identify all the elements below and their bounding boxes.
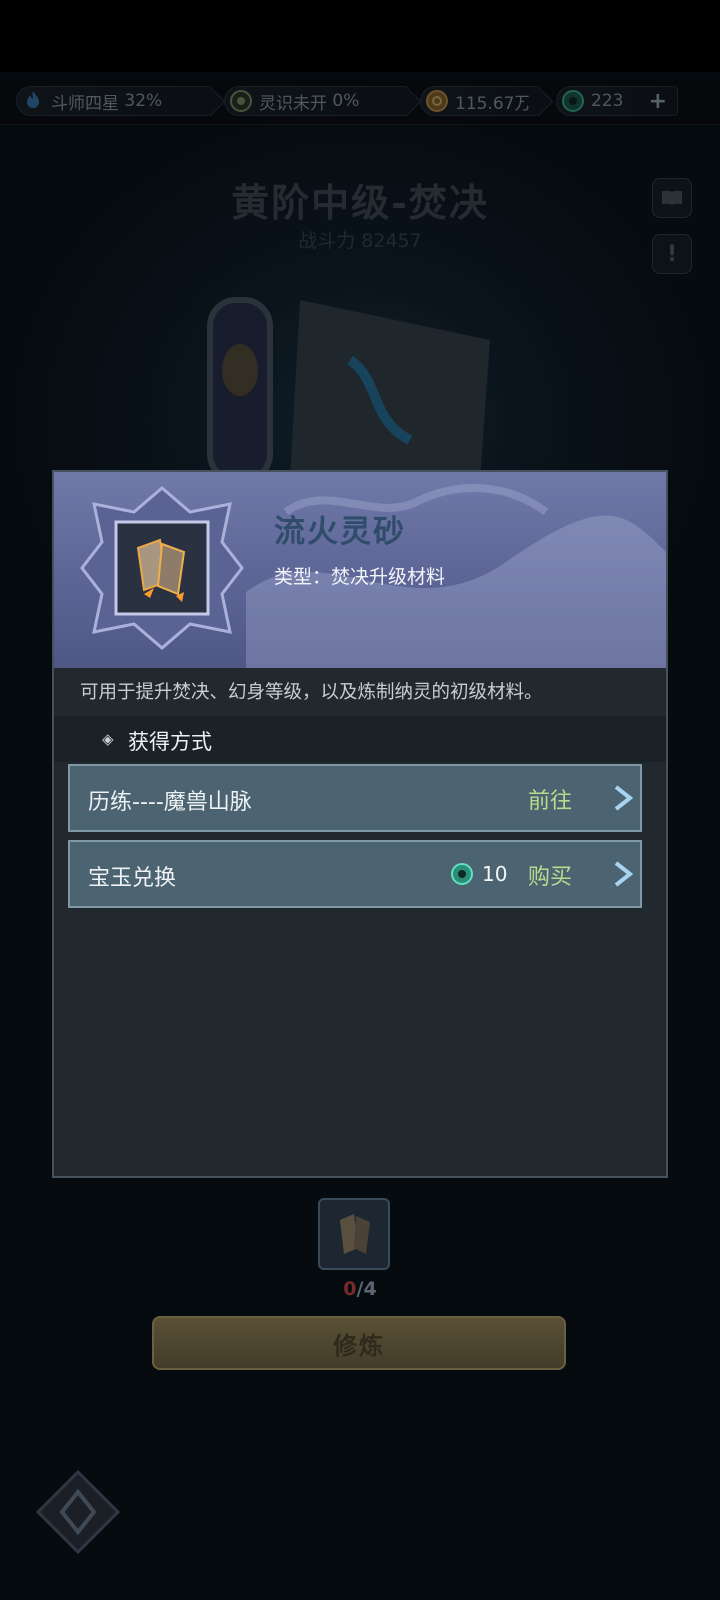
- item-type-value: 焚决升级材料: [331, 566, 446, 588]
- item-type-label: 类型：: [274, 566, 332, 588]
- method-row-jade-exchange[interactable]: 宝玉兑换 10 购买: [68, 840, 642, 908]
- item-type: 类型：焚决升级材料: [274, 562, 445, 589]
- menu-emblem-button[interactable]: [34, 1468, 122, 1556]
- item-description: 可用于提升焚决、幻身等级，以及炼制纳灵的初级材料。: [80, 682, 543, 703]
- item-icon-frame: [80, 486, 244, 650]
- method-name: 宝玉兑换: [88, 866, 177, 891]
- spirit-sand-icon: [340, 1214, 370, 1254]
- jade-cost: 10: [482, 862, 508, 886]
- method-row-training[interactable]: 历练----魔兽山脉 前往: [68, 764, 642, 832]
- material-count: 0/4: [0, 1278, 720, 1300]
- material-required: /4: [356, 1278, 377, 1300]
- item-info-popup: 流火灵砂 类型：焚决升级材料 可用于提升焚决、幻身等级，以及炼制纳灵的初级材料。…: [52, 470, 668, 1178]
- chevron-right-icon: [614, 785, 634, 811]
- chevron-right-icon: [614, 861, 634, 887]
- acquire-methods-label: 获得方式: [128, 730, 212, 754]
- item-name: 流火灵砂: [274, 514, 406, 550]
- acquire-methods-header: ◈ 获得方式: [54, 716, 666, 762]
- method-name: 历练----魔兽山脉: [88, 790, 252, 815]
- material-current: 0: [343, 1278, 357, 1300]
- material-slot[interactable]: [318, 1198, 390, 1270]
- goto-button[interactable]: 前往: [528, 783, 572, 815]
- eye-icon: ◈: [102, 730, 114, 748]
- jade-icon: [451, 863, 473, 885]
- popup-header: 流火灵砂 类型：焚决升级材料: [54, 472, 666, 668]
- game-screen: 斗师四星 32% 灵识未开 0% 115.67万 223 + 黄阶中级-焚决 战…: [0, 0, 720, 1600]
- buy-button[interactable]: 购买: [528, 859, 572, 891]
- train-button[interactable]: 修炼: [152, 1316, 566, 1370]
